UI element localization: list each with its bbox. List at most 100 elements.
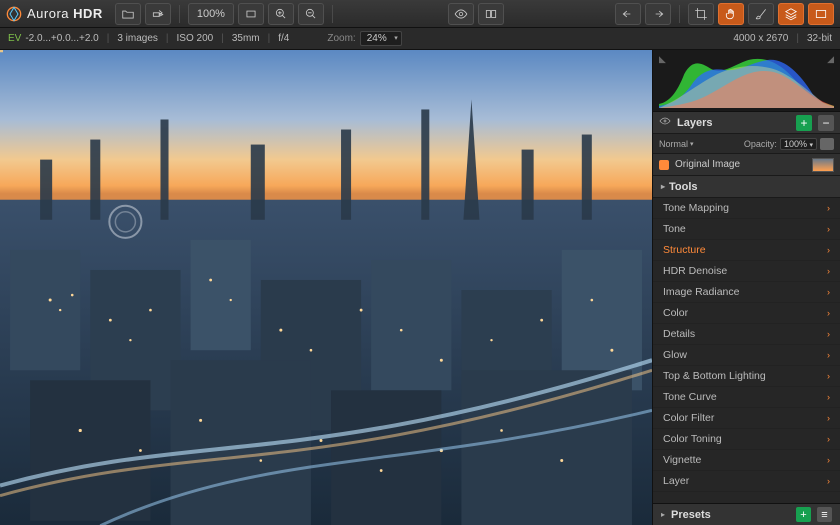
tool-label: Glow (663, 349, 687, 361)
crop-button[interactable] (688, 3, 714, 25)
chevron-right-icon: › (827, 350, 830, 360)
preview-button[interactable] (448, 3, 474, 25)
layer-label: Original Image (675, 159, 740, 170)
undo-button[interactable] (615, 3, 641, 25)
chevron-right-icon: › (827, 308, 830, 318)
chevron-right-icon: › (827, 245, 830, 255)
histogram-toggle-button[interactable] (808, 3, 834, 25)
chevron-down-icon: ▸ (661, 182, 665, 191)
app-logo: Aurora HDR (6, 6, 103, 22)
zoom-select[interactable]: 24%▾ (360, 31, 402, 46)
ev-value: -2.0...+0.0...+2.0 (25, 33, 98, 44)
aperture-value: f/4 (278, 33, 289, 44)
remove-layer-button[interactable]: − (818, 115, 834, 131)
tool-row[interactable]: Structure › (653, 240, 840, 261)
tool-row[interactable]: Tone Curve › (653, 387, 840, 408)
presets-menu-button[interactable]: ≡ (817, 507, 832, 522)
tool-row[interactable]: HDR Denoise› (653, 261, 840, 282)
opacity-label: Opacity: (744, 139, 777, 149)
chevron-down-icon: ▾ (394, 34, 398, 42)
brush-button[interactable] (748, 3, 774, 25)
image-dimensions: 4000 x 2670 (733, 33, 788, 44)
tool-label: Tone Mapping (663, 202, 729, 214)
toolbar-separator (179, 5, 180, 23)
image-count: 3 images (117, 33, 158, 44)
layers-toggle-button[interactable] (778, 3, 804, 25)
tool-label: Tone Curve (663, 391, 717, 403)
chevron-right-icon: › (827, 476, 830, 486)
layer-visibility-toggle[interactable] (659, 160, 669, 170)
layers-header: Layers + − (653, 112, 840, 134)
presets-title: Presets (671, 509, 790, 521)
tool-row[interactable]: Tone Mapping › (653, 198, 840, 219)
toolbar-separator (332, 5, 333, 23)
layers-title: Layers (677, 117, 790, 129)
chevron-right-icon: › (827, 329, 830, 339)
tool-row[interactable]: Image Radiance › (653, 282, 840, 303)
tool-row[interactable]: Layer› (653, 471, 840, 492)
mask-button[interactable] (820, 138, 834, 150)
layer-options-row: Normal▾ Opacity: 100% ▾ (653, 134, 840, 154)
chevron-right-icon: › (827, 455, 830, 465)
image-viewport[interactable] (0, 50, 652, 525)
app-name: Aurora HDR (27, 6, 103, 21)
eye-icon[interactable] (659, 115, 671, 130)
chevron-down-icon: ▾ (809, 142, 813, 149)
tool-label: Image Radiance (663, 286, 739, 298)
aperture-icon (6, 6, 22, 22)
chevron-right-icon: › (827, 413, 830, 423)
chevron-right-icon: › (827, 434, 830, 444)
tool-row[interactable]: Tone › (653, 219, 840, 240)
chevron-right-icon: ▸ (661, 510, 665, 519)
city-photo (0, 50, 652, 525)
tool-label: Color Filter (663, 412, 714, 424)
chevron-right-icon: › (827, 392, 830, 402)
export-button[interactable] (145, 3, 171, 25)
right-panel: ◣ ◢ Layers + − Normal▾ (652, 50, 840, 525)
tool-label: Details (663, 328, 695, 340)
histogram[interactable]: ◣ ◢ (653, 50, 840, 112)
layer-thumbnail (812, 158, 834, 172)
chevron-right-icon: › (827, 203, 830, 213)
tool-label: Color (663, 307, 688, 319)
layer-item[interactable]: Original Image (653, 154, 840, 176)
chevron-down-icon: ▾ (690, 140, 694, 148)
tool-row[interactable]: Color Filter › (653, 408, 840, 429)
zoom-label: Zoom: (327, 33, 355, 44)
chevron-right-icon: › (827, 224, 830, 234)
ev-label: EV (8, 33, 21, 44)
bit-depth: 32-bit (807, 33, 832, 44)
tool-row[interactable]: Color › (653, 303, 840, 324)
opacity-field[interactable]: 100% ▾ (780, 138, 817, 150)
fit-screen-button[interactable] (238, 3, 264, 25)
tool-label: Structure (663, 244, 706, 256)
chevron-right-icon: › (827, 266, 830, 276)
chevron-right-icon: › (827, 287, 830, 297)
compare-button[interactable] (478, 3, 504, 25)
add-preset-button[interactable]: + (796, 507, 811, 522)
tool-row[interactable]: Details › (653, 324, 840, 345)
tool-row[interactable]: Glow › (653, 345, 840, 366)
zoom-out-button[interactable] (298, 3, 324, 25)
iso-value: ISO 200 (177, 33, 214, 44)
pan-hand-button[interactable] (718, 3, 744, 25)
tool-row[interactable]: Color Toning › (653, 429, 840, 450)
toolbar-separator (679, 5, 680, 23)
tool-row[interactable]: Top & Bottom Lighting› (653, 366, 840, 387)
tool-row[interactable]: Vignette › (653, 450, 840, 471)
highlight-clip-icon: ◢ (827, 54, 834, 65)
tools-header[interactable]: ▸ Tools (653, 176, 840, 198)
tool-label: Tone (663, 223, 686, 235)
presets-footer[interactable]: ▸ Presets + ≡ (653, 503, 840, 525)
blend-mode-select[interactable]: Normal▾ (659, 139, 694, 149)
add-layer-button[interactable]: + (796, 115, 812, 131)
zoom-in-button[interactable] (268, 3, 294, 25)
shadow-clip-icon: ◣ (659, 54, 666, 65)
info-bar: EV -2.0...+0.0...+2.0 | 3 images | ISO 2… (0, 28, 840, 50)
tool-label: Color Toning (663, 433, 722, 445)
redo-button[interactable] (645, 3, 671, 25)
main-toolbar: Aurora HDR 100% (0, 0, 840, 28)
zoom-100-button[interactable]: 100% (188, 3, 234, 25)
tool-label: Vignette (663, 454, 701, 466)
open-folder-button[interactable] (115, 3, 141, 25)
